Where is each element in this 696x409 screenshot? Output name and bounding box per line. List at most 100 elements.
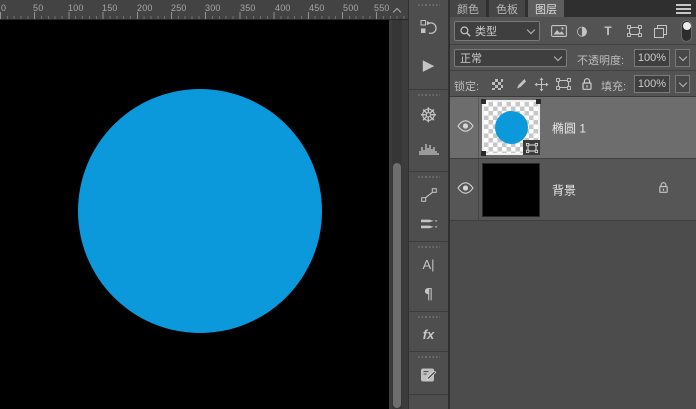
dock-drag-handle[interactable] [417, 94, 440, 96]
fx-icon: fx [422, 326, 435, 342]
search-icon [460, 25, 471, 37]
filter-pixel-layers-icon[interactable] [550, 23, 568, 39]
character-panel-icon[interactable]: A| [409, 250, 448, 279]
layer-row-ellipse[interactable]: 椭圆 1 [450, 97, 696, 159]
scrollbar-up-arrow-icon[interactable] [390, 2, 404, 18]
panel-tab-bar: 颜色 色板 图层 [450, 0, 696, 17]
styles-panel-icon[interactable]: fx [409, 320, 448, 348]
ruler-label: 550 [374, 3, 390, 13]
dock-drag-handle[interactable] [417, 316, 440, 318]
brush-panel-icon[interactable] [409, 209, 448, 238]
navigator-panel-icon[interactable]: ☸ [409, 98, 448, 132]
layers-panel: 颜色 色板 图层 类型 ◑ T 正常 不透明度: 100% 锁定: 填充: 10… [449, 0, 696, 409]
dock-group [409, 352, 448, 395]
layer-list: 椭圆 1 背景 [450, 97, 696, 409]
pilcrow-icon: ¶ [423, 284, 434, 303]
ruler-label: 350 [240, 3, 256, 13]
visibility-eye-icon[interactable] [457, 181, 474, 199]
dock-drag-handle[interactable] [417, 176, 440, 178]
background-layer-thumbnail[interactable] [482, 163, 540, 217]
thumbnail-corner-mark [481, 151, 486, 156]
opacity-value-field[interactable]: 100% [634, 49, 670, 67]
filter-type-label: 类型 [475, 26, 497, 38]
ruler-label: 500 [343, 3, 359, 13]
fill-dropdown-button[interactable] [675, 75, 690, 93]
toggle-knob-icon [682, 22, 691, 30]
dock-group [409, 172, 448, 242]
ruler-label: 0 [1, 3, 7, 13]
tab-color[interactable]: 颜色 [450, 0, 486, 17]
shape-layer-thumbnail[interactable] [481, 99, 541, 156]
blend-mode-value: 正常 [460, 53, 482, 65]
ellipse-shape[interactable] [78, 89, 322, 333]
horizontal-ruler[interactable]: 0 50 100 150 200 250 300 350 400 450 500… [0, 0, 408, 20]
lock-fill-row: 锁定: 填充: 100% [450, 71, 696, 97]
layer-filter-toggle[interactable] [681, 20, 692, 42]
dock-drag-handle[interactable] [417, 356, 440, 358]
actions-panel-icon[interactable]: ▶ [409, 46, 448, 84]
photoshop-workspace: 0 50 100 150 200 250 300 350 400 450 500… [0, 0, 696, 409]
vertical-scrollbar[interactable] [392, 20, 402, 409]
history-panel-icon[interactable] [409, 8, 448, 46]
ruler-label: 250 [171, 3, 187, 13]
opacity-label[interactable]: 不透明度: [577, 52, 624, 68]
tab-swatches[interactable]: 色板 [489, 0, 525, 17]
thumbnail-corner-mark [536, 99, 541, 104]
filter-smart-objects-icon[interactable] [651, 23, 669, 39]
chevron-down-icon [553, 52, 563, 61]
scrollbar-thumb[interactable] [393, 163, 401, 408]
lock-all-icon[interactable] [578, 77, 595, 91]
type-T-icon: T [604, 24, 612, 38]
fill-label[interactable]: 填充: [601, 78, 626, 94]
ship-wheel-icon: ☸ [419, 103, 438, 127]
lock-image-pixels-icon[interactable] [511, 77, 528, 91]
chevron-down-icon [678, 52, 687, 61]
layer-filter-row: 类型 ◑ T [450, 17, 696, 45]
ruler-label: 400 [275, 3, 291, 13]
filter-type-dropdown[interactable]: 类型 [454, 21, 540, 41]
filter-adjustment-layers-icon[interactable]: ◑ [573, 23, 591, 39]
ruler-label: 300 [205, 3, 221, 13]
blend-opacity-row: 正常 不透明度: 100% [450, 45, 696, 71]
lock-artboard-icon[interactable] [555, 77, 572, 91]
dock-group: fx [409, 312, 448, 352]
layer-locked-icon [658, 181, 669, 199]
thumbnail-corner-mark [481, 99, 486, 104]
panel-dock: ▶ ☸ A| ¶ fx [408, 0, 449, 409]
document-canvas[interactable] [0, 20, 389, 409]
histogram-panel-icon[interactable] [409, 132, 448, 166]
clone-source-panel-icon[interactable] [409, 360, 448, 390]
blend-mode-dropdown[interactable]: 正常 [454, 49, 567, 67]
layer-name[interactable]: 背景 [552, 181, 576, 198]
info-panel-icon[interactable] [409, 180, 448, 209]
dock-drag-handle[interactable] [417, 4, 440, 6]
chevron-down-icon [526, 25, 536, 34]
checkerboard-icon [492, 78, 503, 90]
tab-layers[interactable]: 图层 [528, 0, 564, 17]
ruler-label: 450 [309, 3, 325, 13]
character-glyph: A| [422, 257, 435, 272]
ruler-label: 100 [68, 3, 84, 13]
filter-shape-layers-icon[interactable] [625, 23, 643, 39]
ruler-label: 150 [102, 3, 118, 13]
panel-menu-icon[interactable] [676, 4, 691, 16]
ruler-label: 50 [33, 3, 44, 13]
dock-group: ☸ [409, 90, 448, 172]
ruler-label: 200 [137, 3, 153, 13]
dock-group: A| ¶ [409, 242, 448, 312]
vector-mask-badge-icon[interactable] [523, 140, 540, 155]
fill-value-field[interactable]: 100% [634, 75, 670, 93]
lock-transparency-icon[interactable] [489, 77, 506, 91]
filter-type-layers-icon[interactable]: T [599, 23, 617, 39]
half-circle-icon: ◑ [576, 23, 588, 39]
paragraph-panel-icon[interactable]: ¶ [409, 279, 448, 308]
chevron-down-icon [678, 78, 687, 87]
lock-label: 锁定: [454, 81, 480, 93]
play-icon: ▶ [422, 56, 435, 74]
visibility-eye-icon[interactable] [457, 119, 474, 137]
opacity-dropdown-button[interactable] [675, 49, 690, 67]
layer-name[interactable]: 椭圆 1 [552, 119, 586, 136]
dock-drag-handle[interactable] [417, 246, 440, 248]
layer-row-background[interactable]: 背景 [450, 159, 696, 221]
lock-position-icon[interactable] [533, 77, 550, 91]
